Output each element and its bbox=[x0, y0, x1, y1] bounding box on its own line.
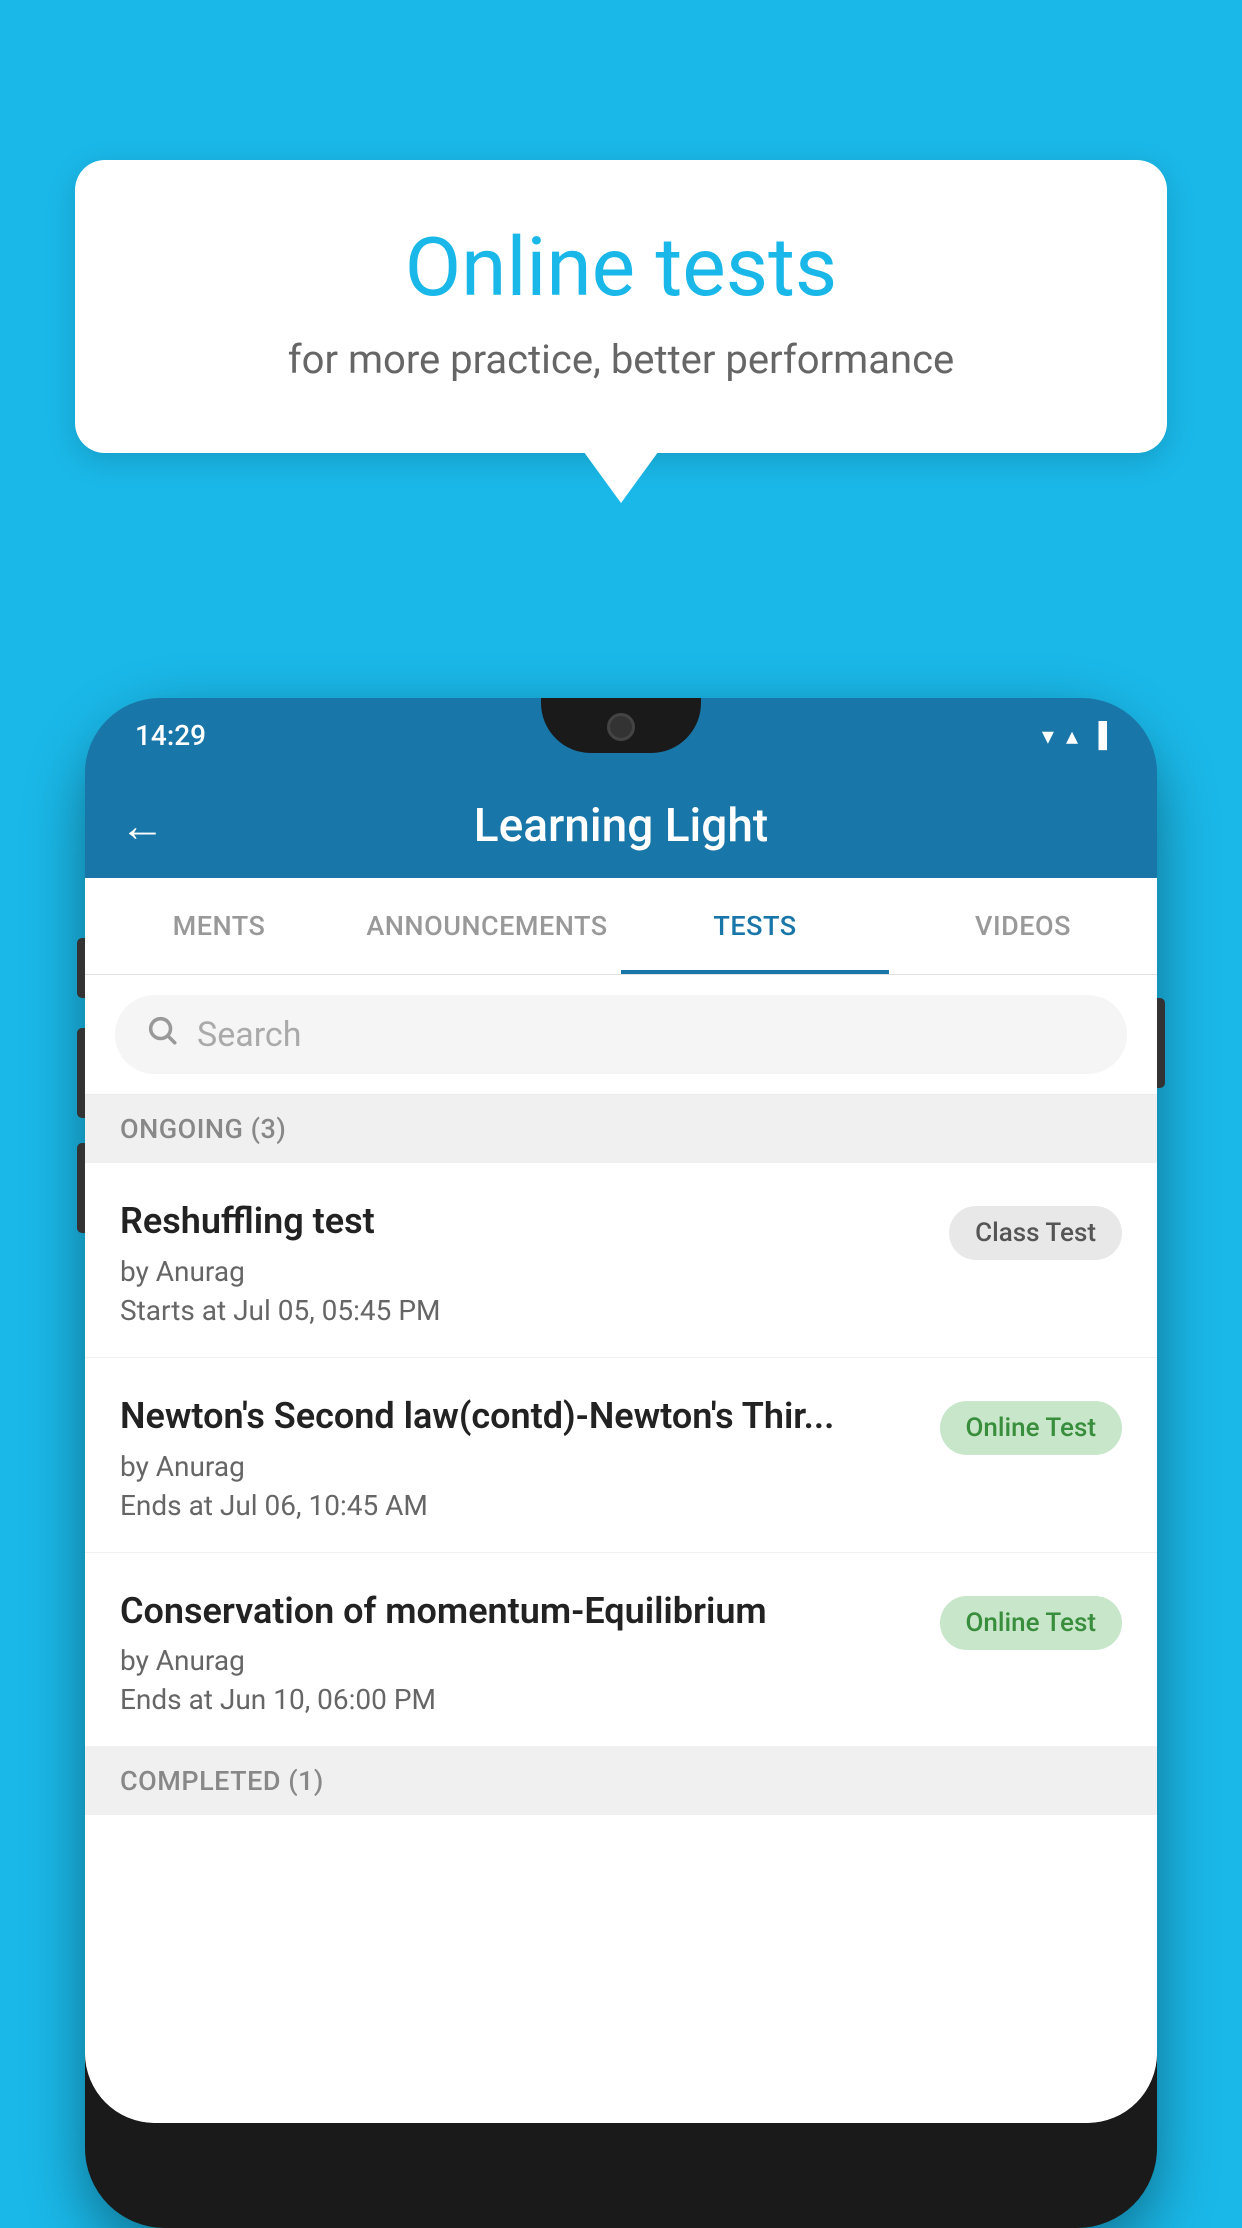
test-item[interactable]: Conservation of momentum-Equilibrium by … bbox=[85, 1553, 1157, 1748]
test-item[interactable]: Newton's Second law(contd)-Newton's Thir… bbox=[85, 1358, 1157, 1553]
test-item[interactable]: Reshuffling test by Anurag Starts at Jul… bbox=[85, 1163, 1157, 1358]
test-badge: Online Test bbox=[940, 1401, 1123, 1455]
tab-videos[interactable]: VIDEOS bbox=[889, 878, 1157, 974]
search-icon bbox=[145, 1013, 179, 1056]
search-placeholder: Search bbox=[197, 1015, 301, 1055]
power-button bbox=[1157, 998, 1165, 1088]
tab-announcements[interactable]: ANNOUNCEMENTS bbox=[353, 878, 621, 974]
status-time: 14:29 bbox=[135, 719, 206, 752]
ongoing-section-header: ONGOING (3) bbox=[85, 1095, 1157, 1163]
test-author: by Anurag bbox=[120, 1644, 920, 1677]
phone-inner: ← Learning Light MENTS ANNOUNCEMENTS TES… bbox=[85, 773, 1157, 2123]
front-camera bbox=[607, 713, 635, 741]
tab-ments[interactable]: MENTS bbox=[85, 878, 353, 974]
phone-notch bbox=[541, 698, 701, 753]
wifi-icon: ▾ bbox=[1042, 722, 1054, 750]
bubble-subtitle: for more practice, better performance bbox=[155, 336, 1087, 383]
app-bar: ← Learning Light bbox=[85, 773, 1157, 878]
volume-down-button bbox=[77, 1143, 85, 1233]
battery-icon: ▐ bbox=[1090, 721, 1107, 750]
test-badge: Online Test bbox=[940, 1596, 1123, 1650]
test-time: Ends at Jun 10, 06:00 PM bbox=[120, 1683, 920, 1716]
mute-button bbox=[77, 938, 85, 998]
status-icons: ▾ ▴ ▐ bbox=[1042, 721, 1107, 750]
test-info: Conservation of momentum-Equilibrium by … bbox=[120, 1588, 920, 1717]
tabs-bar: MENTS ANNOUNCEMENTS TESTS VIDEOS bbox=[85, 878, 1157, 975]
test-author: by Anurag bbox=[120, 1450, 920, 1483]
search-bar: Search bbox=[85, 975, 1157, 1095]
signal-icon: ▴ bbox=[1066, 722, 1078, 750]
search-input-wrap[interactable]: Search bbox=[115, 995, 1127, 1074]
test-badge: Class Test bbox=[949, 1206, 1122, 1260]
test-author: by Anurag bbox=[120, 1255, 929, 1288]
completed-section-header: COMPLETED (1) bbox=[85, 1747, 1157, 1815]
phone-frame: 14:29 ▾ ▴ ▐ ← Learning Light MENTS ANNOU… bbox=[85, 698, 1157, 2228]
test-info: Newton's Second law(contd)-Newton's Thir… bbox=[120, 1393, 920, 1522]
test-name: Conservation of momentum-Equilibrium bbox=[120, 1588, 920, 1635]
tab-tests[interactable]: TESTS bbox=[621, 878, 889, 974]
test-name: Newton's Second law(contd)-Newton's Thir… bbox=[120, 1393, 920, 1440]
app-title: Learning Light bbox=[195, 799, 1047, 853]
test-time: Starts at Jul 05, 05:45 PM bbox=[120, 1294, 929, 1327]
test-info: Reshuffling test by Anurag Starts at Jul… bbox=[120, 1198, 929, 1327]
status-bar: 14:29 ▾ ▴ ▐ bbox=[85, 698, 1157, 773]
promo-bubble: Online tests for more practice, better p… bbox=[75, 160, 1167, 453]
test-time: Ends at Jul 06, 10:45 AM bbox=[120, 1489, 920, 1522]
phone-screen: ← Learning Light MENTS ANNOUNCEMENTS TES… bbox=[85, 773, 1157, 2123]
volume-up-button bbox=[77, 1028, 85, 1118]
back-button[interactable]: ← bbox=[120, 799, 165, 852]
test-name: Reshuffling test bbox=[120, 1198, 929, 1245]
bubble-title: Online tests bbox=[155, 220, 1087, 316]
